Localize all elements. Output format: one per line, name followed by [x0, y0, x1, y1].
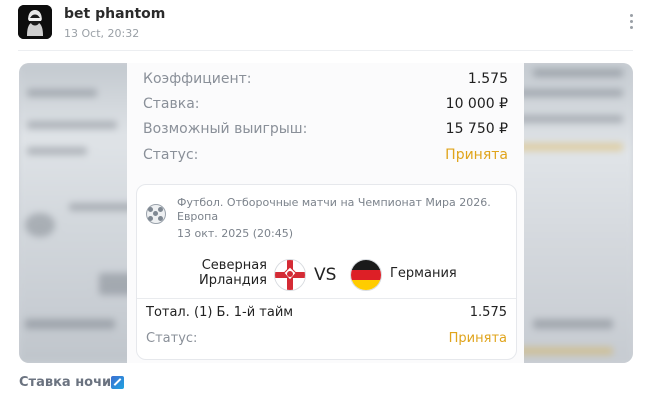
stake-label: Ставка: — [143, 96, 200, 112]
germany-flag-icon — [350, 259, 382, 291]
potential-win-value: 15 750 ₽ — [445, 121, 508, 137]
avatar[interactable] — [18, 5, 52, 39]
post-caption: Ставка ночи! — [19, 375, 118, 390]
team-home-name: Северная Ирландия — [198, 258, 267, 288]
header-divider — [18, 50, 633, 51]
soccer-ball-icon — [146, 204, 166, 224]
odds-label: Коэффициент: — [143, 71, 252, 87]
potential-win-row: Возможный выигрыш: 15 750 ₽ — [143, 121, 508, 143]
avatar-hooded-figure-icon — [18, 5, 52, 39]
pencil-emoji-icon — [111, 376, 124, 389]
odds-value: 1.575 — [467, 71, 508, 87]
bet-market-odds: 1.575 — [469, 305, 507, 320]
event-status-label: Статус: — [146, 331, 198, 346]
event-date: 13 окт. 2025 (20:45) — [177, 227, 294, 240]
odds-row: Коэффициент: 1.575 — [143, 71, 508, 93]
status-value: Принята — [445, 147, 508, 163]
more-vertical-icon[interactable] — [624, 12, 638, 34]
stake-row: Ставка: 10 000 ₽ — [143, 96, 508, 118]
bet-market: Тотал. (1) Б. 1-й тайм — [146, 305, 294, 320]
league-name: Футбол. Отборочные матчи на Чемпионат Ми… — [177, 196, 491, 223]
event-card: Футбол. Отборочные матчи на Чемпионат Ми… — [136, 184, 517, 360]
stake-value: 10 000 ₽ — [445, 96, 508, 112]
event-status-value: Принята — [448, 331, 507, 346]
bet-receipt: Коэффициент: 1.575 Ставка: 10 000 ₽ Возм… — [127, 63, 524, 363]
versus-label: VS — [314, 265, 337, 285]
status-label: Статус: — [143, 147, 199, 163]
team-away-name: Германия — [390, 266, 457, 281]
card-divider — [137, 298, 516, 299]
post-timestamp[interactable]: 13 Oct, 20:32 — [64, 27, 139, 40]
potential-win-label: Возможный выигрыш: — [143, 121, 308, 137]
status-row: Статус: Принята — [143, 147, 508, 169]
post-header: bet phantom 13 Oct, 20:32 — [0, 0, 651, 50]
post-photo[interactable]: Коэффициент: 1.575 Ставка: 10 000 ₽ Возм… — [19, 63, 633, 363]
northern-ireland-flag-icon — [274, 259, 306, 291]
author-name[interactable]: bet phantom — [64, 6, 165, 22]
